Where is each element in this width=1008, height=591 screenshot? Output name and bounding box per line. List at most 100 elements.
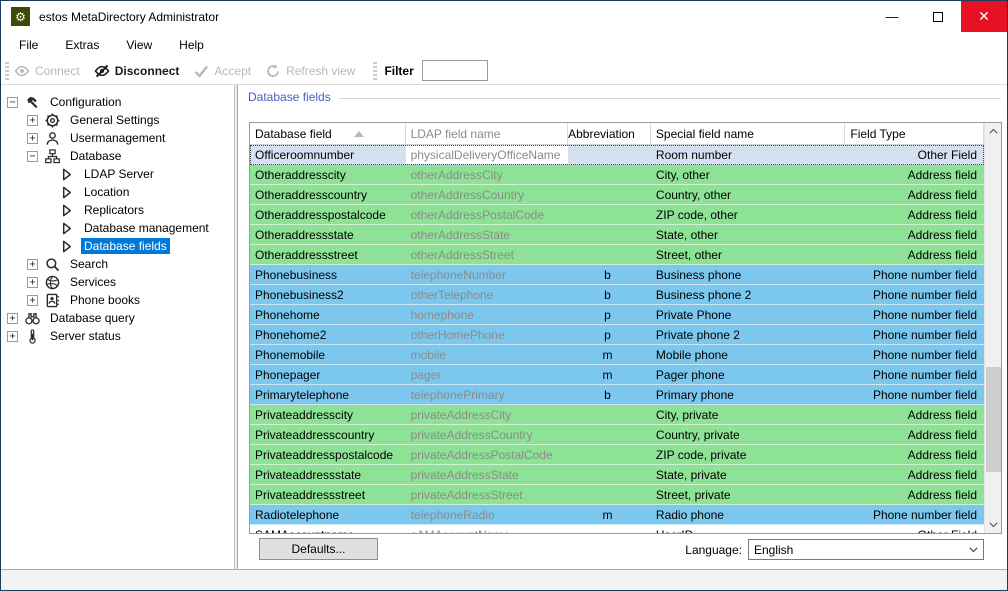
connect-button[interactable]: Connect <box>14 63 80 79</box>
tree-item-services[interactable]: + Services <box>1 273 234 291</box>
sort-asc-icon <box>354 131 364 137</box>
column-header-abbreviation[interactable]: Abbreviation <box>568 123 651 144</box>
expander-icon[interactable]: + <box>27 295 38 306</box>
language-label: Language: <box>685 543 742 557</box>
tree-item-configuration[interactable]: − Configuration <box>1 93 234 111</box>
tree-item-location[interactable]: Location <box>1 183 234 201</box>
expander-icon[interactable]: + <box>7 331 18 342</box>
expander-icon[interactable]: − <box>7 97 18 108</box>
binoculars-icon <box>25 311 40 326</box>
accept-button[interactable]: Accept <box>193 63 251 79</box>
expander-icon[interactable]: + <box>27 259 38 270</box>
column-header-ldap-field-name[interactable]: LDAP field name <box>406 123 569 144</box>
menu-extras[interactable]: Extras <box>65 35 99 55</box>
thermometer-icon <box>25 329 40 344</box>
table-row[interactable]: OtheraddresscountryotherAddressCountryCo… <box>250 185 984 205</box>
refresh-view-button[interactable]: Refresh view <box>265 63 355 79</box>
column-header-field-type[interactable]: Field Type <box>845 123 984 144</box>
tree-item-search[interactable]: + Search <box>1 255 234 273</box>
table-row[interactable]: PrivateaddresscityprivateAddressCityCity… <box>250 405 984 425</box>
user-icon <box>45 131 60 146</box>
close-button[interactable]: ✕ <box>961 1 1007 32</box>
menu-bar: File Extras View Help <box>1 32 1007 57</box>
column-header-special-field-name[interactable]: Special field name <box>651 123 845 144</box>
database-fields-panel: Database fields Database field LDAP fiel… <box>238 85 1007 569</box>
group-title: Database fields <box>248 90 331 104</box>
minimize-button[interactable]: — <box>869 1 915 32</box>
language-select[interactable]: English <box>748 539 984 560</box>
table-row[interactable]: PrivateaddressstateprivateAddressStateSt… <box>250 465 984 485</box>
database-fields-table: Database field LDAP field name Abbreviat… <box>249 122 1002 534</box>
table-row[interactable]: PrimarytelephonetelephonePrimarybPrimary… <box>250 385 984 405</box>
check-icon <box>193 63 209 79</box>
window-title: estos MetaDirectory Administrator <box>39 10 219 24</box>
table-row[interactable]: Phonebusiness2otherTelephonebBusiness ph… <box>250 285 984 305</box>
scroll-up-icon[interactable] <box>985 123 1002 139</box>
table-row[interactable]: PhonehomehomephonepPrivate PhonePhone nu… <box>250 305 984 325</box>
tree-item-database[interactable]: − Database <box>1 147 234 165</box>
table-row[interactable]: PrivateaddressstreetprivateAddressStreet… <box>250 485 984 505</box>
table-row[interactable]: OtheraddresscityotherAddressCityCity, ot… <box>250 165 984 185</box>
configuration-tree: − Configuration + General Settings + Use… <box>1 85 234 569</box>
table-header: Database field LDAP field name Abbreviat… <box>250 123 984 145</box>
tree-item-usermanagement[interactable]: + Usermanagement <box>1 129 234 147</box>
menu-help[interactable]: Help <box>179 35 204 55</box>
table-row[interactable]: OtheraddressstreetotherAddressStreetStre… <box>250 245 984 265</box>
expander-icon[interactable]: + <box>7 313 18 324</box>
triangle-icon <box>59 239 74 254</box>
tree-item-database-query[interactable]: + Database query <box>1 309 234 327</box>
column-header-database-field[interactable]: Database field <box>250 123 406 144</box>
chevron-down-icon <box>969 547 978 553</box>
filter-label: Filter <box>384 64 413 78</box>
triangle-icon <box>59 167 74 182</box>
tree-item-server-status[interactable]: + Server status <box>1 327 234 345</box>
defaults-button[interactable]: Defaults... <box>259 538 378 560</box>
status-bar <box>1 569 1007 590</box>
tree-item-ldap-server[interactable]: LDAP Server <box>1 165 234 183</box>
menu-view[interactable]: View <box>126 35 152 55</box>
table-row[interactable]: PrivateaddresscountryprivateAddressCount… <box>250 425 984 445</box>
toolbar-grip <box>373 62 377 80</box>
scrollbar-thumb[interactable] <box>986 367 1001 472</box>
expander-icon[interactable]: + <box>27 277 38 288</box>
globe-icon <box>45 275 60 290</box>
table-row[interactable]: PhonemobilemobilemMobile phonePhone numb… <box>250 345 984 365</box>
hammer-icon <box>25 95 40 110</box>
scroll-down-icon[interactable] <box>985 517 1002 533</box>
tree-item-database-management[interactable]: Database management <box>1 219 234 237</box>
menu-file[interactable]: File <box>19 35 38 55</box>
eye-icon <box>14 63 30 79</box>
triangle-icon <box>59 221 74 236</box>
table-row[interactable]: OtheraddressstateotherAddressStateState,… <box>250 225 984 245</box>
expander-icon[interactable]: + <box>27 133 38 144</box>
sitemap-icon <box>45 149 60 164</box>
refresh-icon <box>265 63 281 79</box>
gear-icon <box>45 113 60 128</box>
tree-item-phone-books[interactable]: + Phone books <box>1 291 234 309</box>
triangle-icon <box>59 185 74 200</box>
table-row[interactable]: OtheraddresspostalcodeotherAddressPostal… <box>250 205 984 225</box>
table-row[interactable]: OfficeroomnumberphysicalDeliveryOfficeNa… <box>250 145 984 165</box>
expander-icon[interactable]: − <box>27 151 38 162</box>
filter-input[interactable] <box>422 60 488 81</box>
search-icon <box>45 257 60 272</box>
table-row[interactable]: PhonebusinesstelephoneNumberbBusiness ph… <box>250 265 984 285</box>
disconnect-button[interactable]: Disconnect <box>94 63 180 79</box>
table-row[interactable]: PrivateaddresspostalcodeprivateAddressPo… <box>250 445 984 465</box>
expander-icon[interactable]: + <box>27 115 38 126</box>
tree-item-database-fields[interactable]: Database fields <box>1 237 234 255</box>
table-row[interactable]: PhonepagerpagermPager phonePhone number … <box>250 365 984 385</box>
table-row[interactable]: SAMAccountnamesAMAccountNameUserIDOther … <box>250 525 984 533</box>
table-row[interactable]: RadiotelephonetelephoneRadiomRadio phone… <box>250 505 984 525</box>
table-row[interactable]: Phonehome2otherHomePhonepPrivate phone 2… <box>250 325 984 345</box>
toolbar-grip <box>5 62 9 80</box>
vertical-scrollbar[interactable] <box>984 123 1001 533</box>
group-divider <box>339 98 1001 99</box>
toolbar: Connect Disconnect Accept Refresh view F… <box>1 57 1007 85</box>
tree-item-general-settings[interactable]: + General Settings <box>1 111 234 129</box>
app-icon: ⚙ <box>11 7 30 26</box>
tree-item-replicators[interactable]: Replicators <box>1 201 234 219</box>
maximize-button[interactable] <box>915 1 961 32</box>
maximize-icon <box>933 12 943 22</box>
app-window: ⚙ estos MetaDirectory Administrator — ✕ … <box>0 0 1008 591</box>
